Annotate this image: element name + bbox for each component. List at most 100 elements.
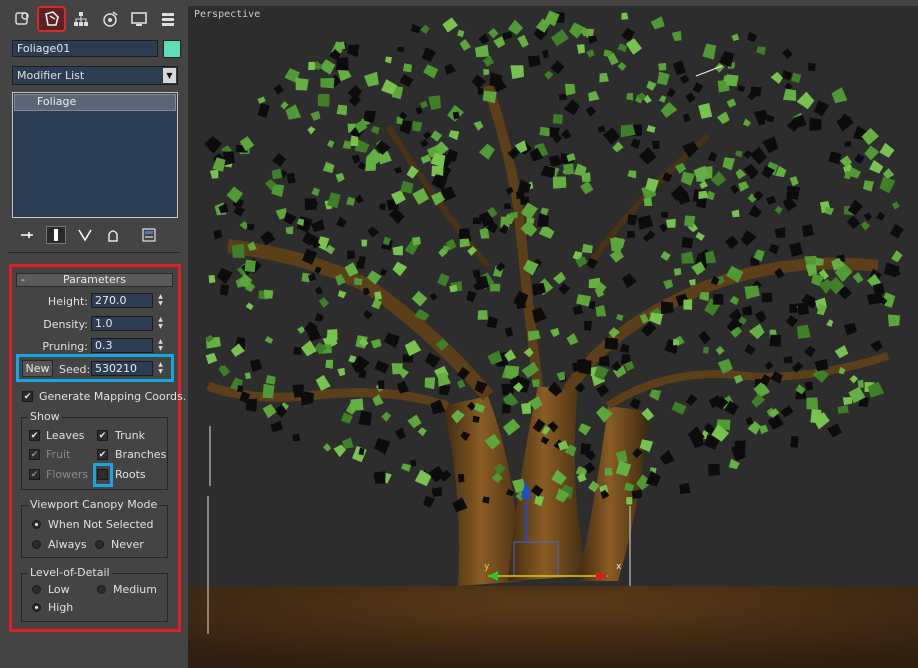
leaf (722, 157, 735, 171)
modify-tab[interactable] (37, 6, 66, 32)
command-panel-tabs (8, 6, 182, 34)
trunk-checkbox[interactable]: ✔ (97, 430, 108, 441)
lod-low-radio[interactable] (32, 585, 41, 594)
pruning-field[interactable]: 0.3 (91, 338, 153, 353)
leaf (657, 71, 670, 86)
object-color-swatch[interactable] (163, 40, 181, 58)
leaf (417, 427, 427, 437)
modifier-list-dropdown[interactable]: Modifier List ▼ (12, 66, 178, 85)
canopy-group (21, 505, 168, 558)
pin-stack-icon[interactable] (18, 227, 36, 243)
leaf (650, 16, 665, 30)
leaf (774, 205, 783, 215)
create-tab[interactable] (8, 6, 37, 32)
new-seed-button[interactable]: New (22, 360, 53, 377)
leaf (326, 329, 338, 341)
density-field[interactable]: 1.0 (91, 316, 153, 331)
utilities-tab[interactable] (153, 6, 182, 32)
leaves-checkbox[interactable]: ✔ (29, 430, 40, 441)
leaf (887, 314, 900, 327)
leaf (472, 269, 481, 279)
roots-checkbox[interactable] (97, 469, 108, 480)
hierarchy-tab[interactable] (66, 6, 95, 32)
leaf (698, 331, 711, 345)
leaf (381, 411, 392, 422)
lod-group (21, 573, 168, 622)
branches-checkbox[interactable]: ✔ (97, 449, 108, 460)
leaf (891, 250, 903, 263)
leaf (424, 377, 436, 390)
leaf (566, 333, 579, 346)
leaf (420, 154, 432, 164)
motion-tab[interactable] (95, 6, 124, 32)
leaf (780, 405, 794, 418)
always-radio[interactable] (32, 540, 41, 549)
leaf (731, 209, 740, 218)
make-unique-icon[interactable] (76, 227, 94, 243)
command-panel: Foliage01 Modifier List ▼ Foliage - Para… (0, 0, 188, 668)
leaf (245, 398, 258, 412)
leaf (257, 103, 270, 118)
configure-modifier-sets-icon[interactable] (140, 227, 158, 243)
when-not-selected-radio[interactable] (32, 520, 41, 529)
leaf (726, 74, 739, 87)
leaf (397, 46, 405, 53)
leaf (610, 238, 624, 252)
leaf (725, 235, 739, 250)
leaf (748, 204, 762, 219)
pruning-spinner-arrows-icon[interactable]: ▲ ▼ (155, 338, 166, 353)
height-spinner-arrows-icon[interactable]: ▲ ▼ (155, 293, 166, 308)
leaf (604, 467, 613, 476)
perspective-viewport[interactable]: y x Perspective (188, 6, 918, 668)
seed-field[interactable]: 530210 (91, 361, 153, 376)
leaf (549, 155, 562, 168)
flowers-checkbox[interactable]: ✔ (29, 469, 40, 480)
leaf (527, 330, 541, 342)
lod-high-radio[interactable] (32, 603, 41, 612)
height-field[interactable]: 270.0 (91, 293, 153, 308)
leaf (626, 497, 633, 505)
leaf (233, 205, 246, 217)
modifier-stack[interactable]: Foliage (12, 92, 178, 218)
when-not-selected-label: When Not Selected (48, 518, 154, 531)
density-spinner-arrows-icon[interactable]: ▲ ▼ (155, 316, 166, 331)
utilities-icon (161, 13, 174, 26)
leaf (759, 424, 769, 435)
leaf (599, 72, 609, 83)
leaf (659, 95, 667, 103)
stack-item-foliage[interactable]: Foliage (14, 94, 176, 111)
chevron-down-icon[interactable]: ▼ (163, 68, 176, 83)
leaf (311, 187, 320, 197)
leaf (314, 312, 324, 322)
leaf (431, 174, 448, 191)
remove-modifier-icon[interactable] (104, 227, 122, 243)
leaf (457, 29, 465, 38)
leaf (318, 297, 329, 308)
leaf (280, 101, 289, 110)
leaf (578, 360, 592, 375)
display-tab[interactable] (124, 6, 153, 32)
object-name-field[interactable]: Foliage01 (12, 40, 158, 57)
leaf (407, 414, 422, 429)
never-radio[interactable] (95, 540, 104, 549)
leaf (315, 286, 323, 295)
leaf (626, 230, 636, 239)
leaf (553, 271, 566, 285)
parameters-rollout-title: Parameters (63, 273, 126, 286)
seed-spinner-arrows-icon[interactable]: ▲ ▼ (155, 361, 166, 376)
leaf (552, 176, 567, 189)
leaf (219, 284, 230, 296)
leaf (796, 91, 815, 110)
leaf (627, 170, 637, 179)
lod-medium-radio[interactable] (97, 585, 106, 594)
leaf (550, 327, 560, 338)
show-end-result-icon[interactable] (46, 226, 66, 244)
leaf (285, 104, 302, 120)
viewport-label[interactable]: Perspective (194, 9, 260, 20)
fruit-checkbox[interactable]: ✔ (29, 449, 40, 460)
parameters-rollout-header[interactable]: - Parameters (16, 273, 173, 287)
leaf (842, 397, 853, 406)
leaf (661, 301, 674, 315)
leaf (576, 294, 591, 307)
generate-mapping-checkbox[interactable]: ✔ (22, 391, 33, 402)
